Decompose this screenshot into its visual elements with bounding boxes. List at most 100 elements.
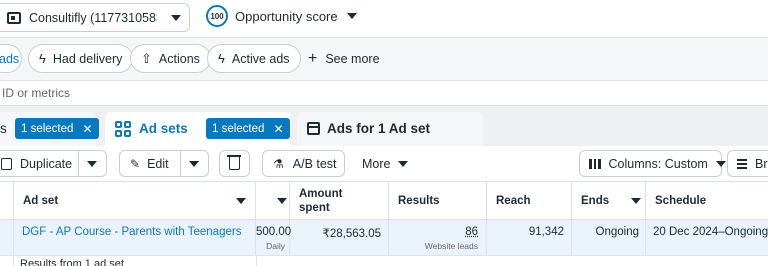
results-type: Website leads	[424, 241, 478, 251]
filter-chip-active-ads[interactable]: ϟ Active ads	[207, 44, 301, 73]
plus-icon: +	[308, 50, 318, 67]
breakdown-icon	[737, 158, 747, 169]
sort-caret-icon	[277, 198, 287, 204]
selection-badge[interactable]: 1 selected ✕	[206, 118, 290, 139]
sort-caret-icon	[631, 198, 641, 204]
ad-set-name-link[interactable]: DGF - AP Course - Parents with Teenagers	[13, 220, 256, 256]
budget-type: Daily	[266, 241, 285, 251]
tab-label: Ad sets	[139, 121, 188, 136]
results-value[interactable]: 86	[389, 226, 478, 238]
more-button[interactable]: More	[350, 150, 412, 177]
divider	[256, 256, 257, 266]
chevron-down-icon	[87, 160, 98, 167]
duplicate-label: Duplicate	[20, 156, 73, 171]
header-label: Ends	[581, 195, 610, 207]
table-toolbar: Duplicate ✎ Edit ⚗ A/B test More Columns…	[0, 146, 768, 182]
edit-dropdown[interactable]	[181, 160, 208, 167]
sort-caret-icon	[236, 198, 246, 204]
results-cell: 86 Website leads	[389, 220, 487, 256]
arrow-up-circle-icon: ⇧	[141, 50, 152, 66]
ad-sets-table: Ad set Amount spent Results Reach Ends S…	[0, 182, 768, 266]
results-summary: Results from 1 ad set	[20, 258, 124, 266]
chevron-down-icon	[171, 14, 181, 21]
selection-count: 1 selected	[212, 122, 265, 135]
flask-icon: ⚗	[273, 156, 284, 171]
column-header-amount-spent[interactable]: Amount spent	[290, 182, 389, 220]
chevron-down-icon	[715, 160, 726, 167]
selection-badge[interactable]: 1 selected ✕	[15, 118, 99, 139]
budget-value: 500.00	[256, 226, 292, 238]
top-bar: Consultifly (117731058331... 100 Opportu…	[0, 0, 768, 38]
duplicate-dropdown[interactable]	[79, 160, 106, 167]
see-more-button[interactable]: + See more	[308, 50, 380, 67]
edit-button[interactable]: ✎ Edit	[120, 157, 180, 171]
header-label: Amount spent	[299, 188, 343, 214]
chip-label: Had delivery	[52, 51, 123, 66]
ends-cell: Ongoing	[572, 220, 646, 256]
table-header: Ad set Amount spent Results Reach Ends S…	[0, 182, 768, 220]
columns-label: Columns: Custom	[608, 156, 708, 171]
tab-ad-sets[interactable]: Ad sets 1 selected ✕	[105, 112, 291, 146]
column-header-ends[interactable]: Ends	[572, 182, 646, 220]
chevron-down-icon	[398, 160, 409, 167]
tab-campaigns[interactable]: s 1 selected ✕	[0, 112, 99, 146]
columns-button[interactable]: Columns: Custom	[579, 150, 726, 177]
amount-spent-cell: ₹28,563.05	[290, 220, 389, 256]
account-label: Consultifly (117731058331...	[29, 10, 157, 25]
breakdown-button[interactable]: Br	[727, 150, 768, 177]
search-bar	[0, 80, 768, 106]
column-header-budget[interactable]	[256, 182, 290, 220]
score-label: Opportunity score	[235, 8, 338, 24]
bolt-icon: ϟ	[39, 51, 46, 66]
duplicate-icon	[1, 157, 12, 170]
chip-label: ads	[0, 51, 20, 66]
bolt-icon: ϟ	[218, 51, 225, 66]
filter-chip-had-delivery[interactable]: ϟ Had delivery	[28, 44, 134, 73]
budget-cell: 500.00 Daily	[256, 220, 292, 256]
breakdown-label: Br	[755, 156, 768, 171]
chevron-down-icon	[189, 160, 200, 167]
filter-chips: ads ϟ Had delivery ⇧ Actions ϟ Active ad…	[0, 38, 768, 80]
table-row[interactable]: DGF - AP Course - Parents with Teenagers…	[0, 220, 768, 256]
columns-icon	[589, 158, 601, 169]
score-ring-icon: 100	[206, 5, 228, 27]
column-header-ad-set[interactable]: Ad set	[13, 182, 256, 220]
tab-label: Ads for 1 Ad set	[327, 121, 431, 136]
account-icon	[7, 11, 21, 24]
tab-ads[interactable]: Ads for 1 Ad set	[297, 112, 483, 146]
column-header-reach[interactable]: Reach	[487, 182, 572, 220]
pencil-icon: ✎	[130, 156, 141, 171]
header-label: Results	[398, 195, 440, 207]
more-label: More	[362, 156, 391, 171]
header-label: Reach	[496, 195, 531, 207]
see-more-label: See more	[325, 52, 380, 66]
filter-chip-actions[interactable]: ⇧ Actions	[130, 44, 211, 73]
tab-label: s	[0, 121, 7, 136]
ab-test-button[interactable]: ⚗ A/B test	[262, 150, 345, 177]
close-icon[interactable]: ✕	[82, 122, 92, 136]
column-header-schedule[interactable]: Schedule	[646, 182, 768, 220]
edit-label: Edit	[147, 156, 169, 171]
trash-icon	[227, 155, 241, 170]
filter-chip-ads[interactable]: ads	[0, 44, 22, 73]
reach-cell: 91,342	[487, 220, 572, 256]
ab-test-label: A/B test	[292, 156, 337, 171]
chevron-down-icon	[346, 13, 357, 19]
header-label: Schedule	[655, 195, 707, 207]
delete-button[interactable]	[219, 150, 250, 177]
close-icon[interactable]: ✕	[273, 122, 283, 136]
chip-label: Actions	[158, 51, 200, 66]
level-tabs: s 1 selected ✕ Ad sets 1 selected ✕ Ads …	[0, 106, 768, 146]
account-selector[interactable]: Consultifly (117731058331...	[0, 3, 190, 32]
duplicate-button-group: Duplicate	[0, 150, 107, 177]
divider	[13, 256, 14, 266]
schedule-cell: 20 Dec 2024–Ongoing	[653, 226, 768, 238]
header-label: Ad set	[23, 195, 59, 207]
search-input[interactable]	[2, 86, 402, 100]
column-header-results[interactable]: Results	[389, 182, 487, 220]
duplicate-button[interactable]: Duplicate	[0, 157, 78, 171]
selection-count: 1 selected	[21, 122, 74, 135]
table-footer: Results from 1 ad set	[0, 256, 768, 266]
opportunity-score[interactable]: 100 Opportunity score	[206, 5, 357, 27]
grid-icon	[115, 121, 131, 137]
